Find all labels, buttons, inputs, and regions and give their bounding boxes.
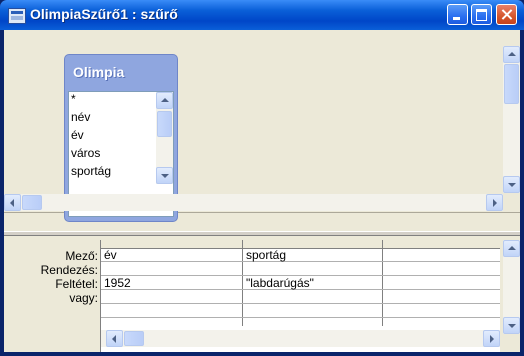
close-button[interactable]	[496, 4, 517, 25]
table-pane: Olimpia * név év város sportág	[4, 30, 520, 222]
grid-cell-field[interactable]: év	[104, 248, 117, 262]
window-client: Olimpia * név év város sportág Mező: Ren…	[4, 30, 520, 352]
scroll-down-icon[interactable]	[503, 176, 520, 193]
grid-hscroll[interactable]	[101, 330, 500, 347]
row-label-or: vagy:	[69, 291, 98, 305]
design-grid[interactable]: év sportág 1952 "labdarúgás"	[100, 240, 500, 352]
scroll-down-icon[interactable]	[156, 167, 173, 184]
row-label-field: Mező:	[65, 249, 98, 263]
table-name[interactable]: Olimpia	[73, 64, 124, 80]
scroll-thumb[interactable]	[22, 195, 42, 210]
design-grid-pane: Mező: Rendezés: Feltétel: vagy: év sport…	[4, 238, 520, 352]
field-list-item[interactable]: név	[71, 110, 90, 124]
field-list-item[interactable]: város	[71, 146, 100, 160]
scroll-thumb[interactable]	[504, 64, 519, 104]
grid-cell-criteria[interactable]: 1952	[104, 276, 131, 290]
field-list-item[interactable]: év	[71, 128, 84, 142]
scroll-up-icon[interactable]	[503, 46, 520, 63]
pane-splitter[interactable]	[4, 231, 520, 236]
scroll-thumb[interactable]	[124, 331, 144, 346]
field-list-item[interactable]: *	[71, 92, 76, 106]
grid-cell-field[interactable]: sportág	[246, 248, 286, 262]
scroll-down-icon[interactable]	[503, 317, 520, 334]
scroll-right-icon[interactable]	[483, 330, 500, 347]
scroll-right-icon[interactable]	[486, 194, 503, 211]
row-label-sort: Rendezés:	[40, 263, 98, 277]
scroll-up-icon[interactable]	[503, 240, 520, 257]
grid-cell-criteria[interactable]: "labdarúgás"	[246, 276, 314, 290]
query-design-window: OlimpiaSzűrő1 : szűrő Olimpia * név év v…	[0, 0, 524, 356]
grid-column-selector-row[interactable]	[101, 240, 500, 249]
row-label-criteria: Feltétel:	[55, 277, 98, 291]
scroll-left-icon[interactable]	[4, 194, 21, 211]
scroll-up-icon[interactable]	[156, 92, 173, 109]
field-list-scrollbar[interactable]	[156, 92, 173, 184]
window-title: OlimpiaSzűrő1 : szűrő	[30, 6, 178, 22]
table-pane-vscroll[interactable]	[503, 46, 520, 193]
table-pane-hscroll[interactable]	[4, 194, 503, 211]
title-bar[interactable]: OlimpiaSzűrő1 : szűrő	[0, 0, 524, 30]
maximize-button[interactable]	[471, 4, 492, 25]
scroll-thumb[interactable]	[157, 111, 172, 137]
minimize-button[interactable]	[447, 4, 468, 25]
field-list-item[interactable]: sportág	[71, 164, 111, 178]
grid-vscroll[interactable]	[503, 240, 520, 334]
app-icon[interactable]	[8, 8, 26, 24]
scroll-left-icon[interactable]	[106, 330, 123, 347]
